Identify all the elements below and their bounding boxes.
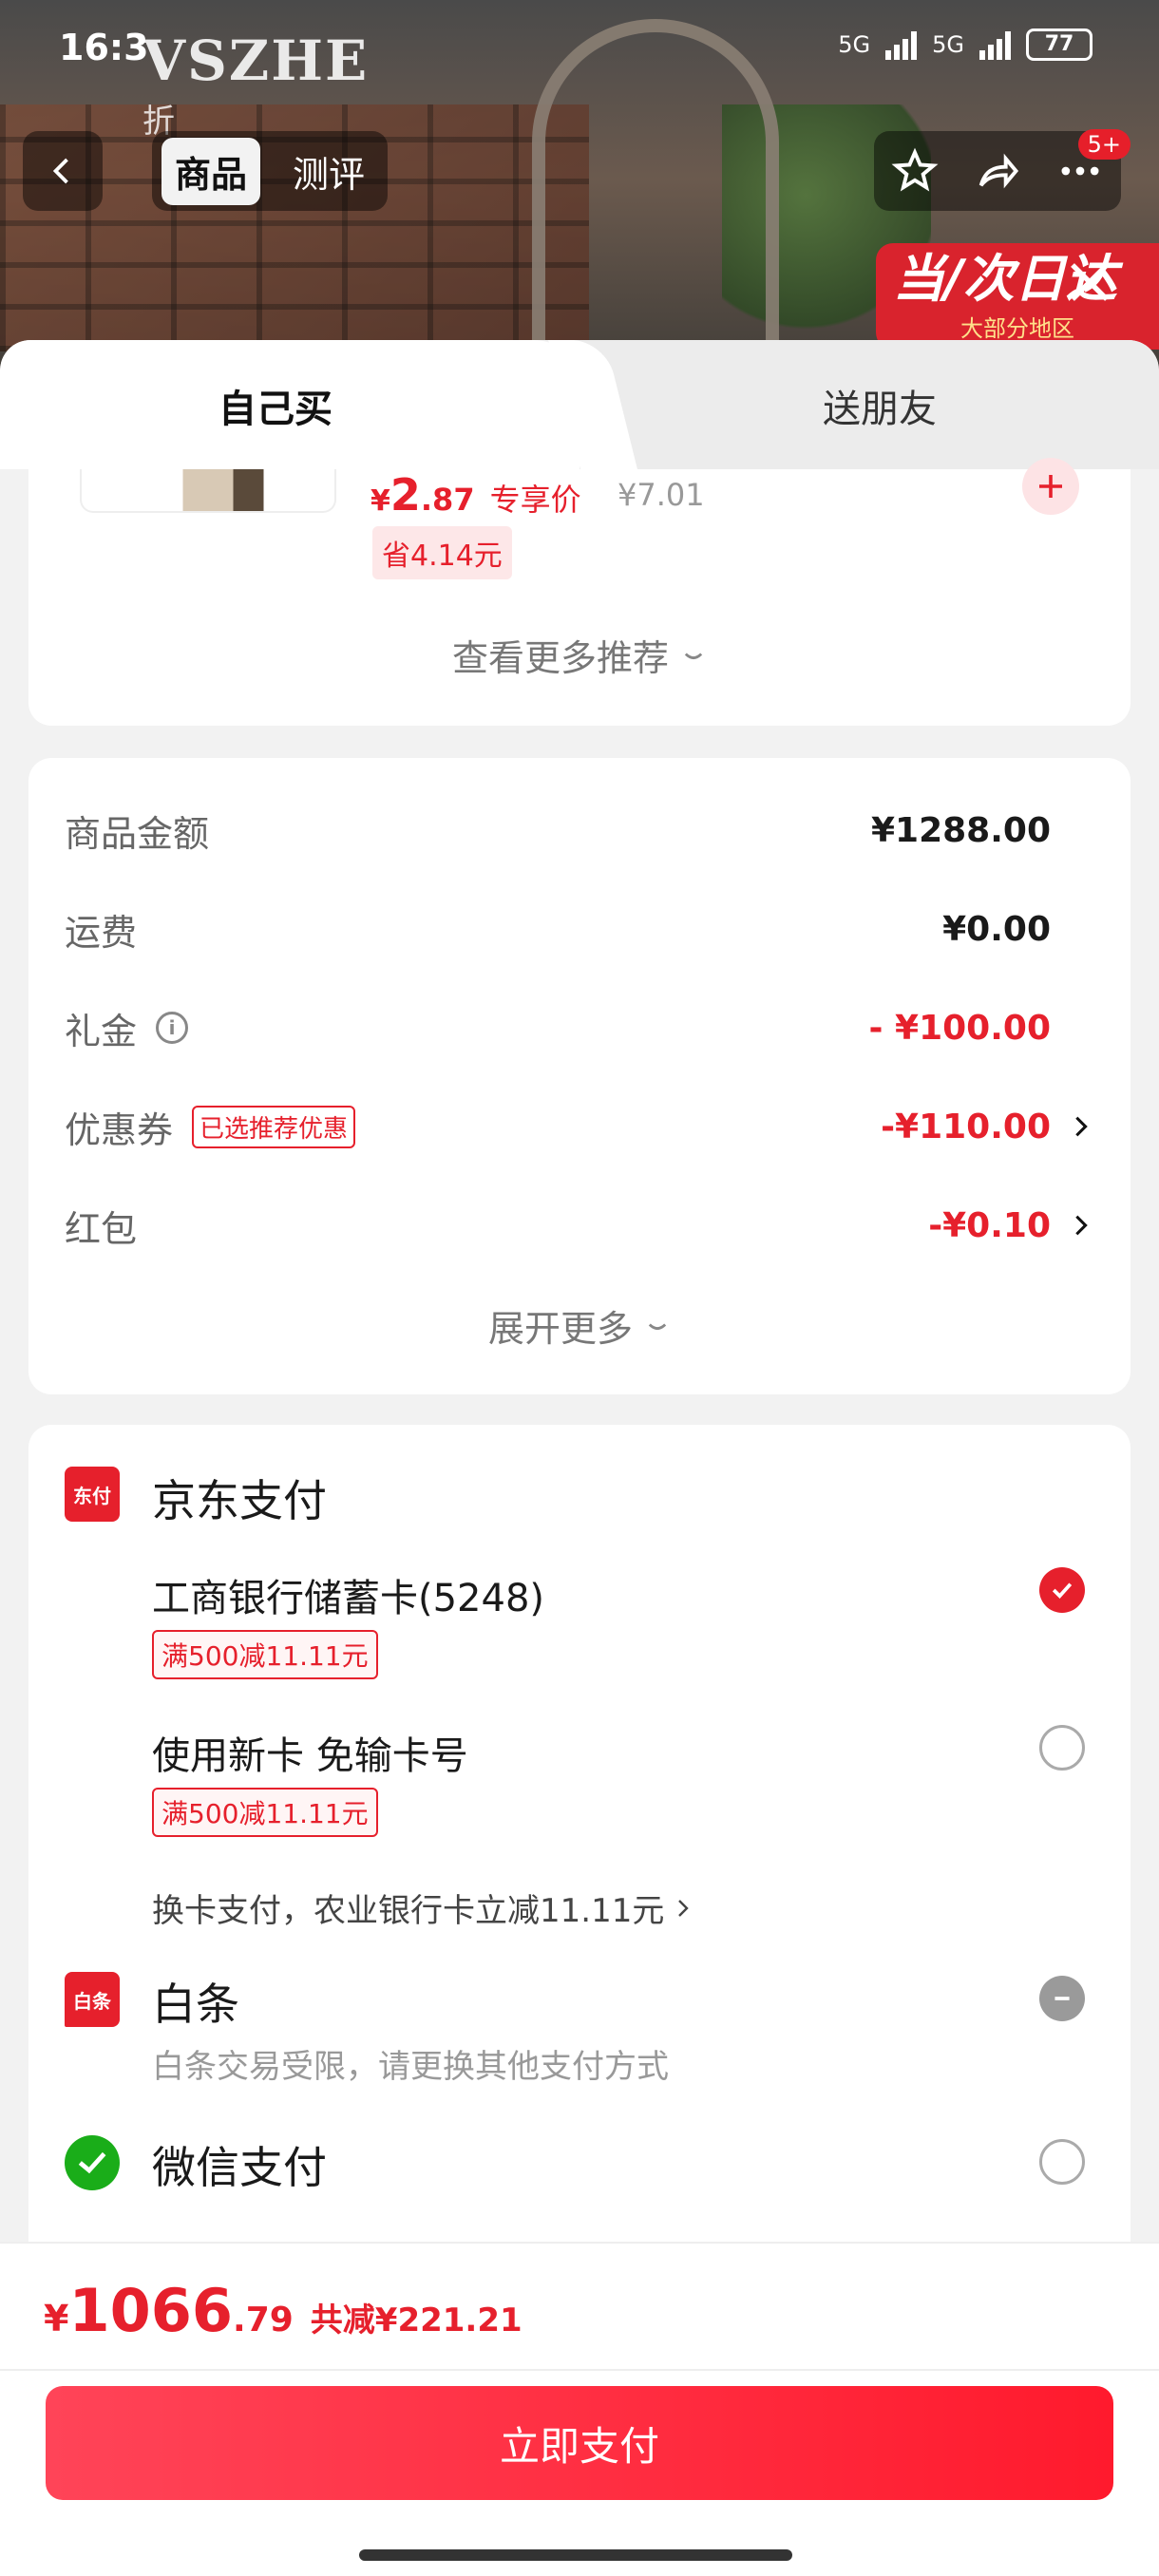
baitiao-radio-disabled — [1039, 1976, 1085, 2021]
baitiao-logo: 白条 — [65, 1972, 120, 2027]
new-card-discount-tag: 满500减11.11元 — [152, 1788, 378, 1837]
swap-card-label: 换卡支付，农业银行卡立减11.11元 — [152, 1892, 665, 1930]
total-yen: ¥ — [44, 2298, 69, 2339]
status-bar: 16:3 5G 5G 77 — [0, 0, 1159, 95]
add-to-cart-button[interactable] — [1022, 458, 1079, 515]
baitiao-desc: 白条交易受限，请更换其他支付方式 — [152, 2048, 669, 2086]
price-dec: .87 — [420, 482, 475, 518]
coupon-label: 优惠券 — [65, 1108, 174, 1151]
original-price: ¥7.01 — [618, 477, 705, 513]
goods-amount-value: ¥1288.00 — [870, 810, 1051, 850]
expand-more[interactable]: 展开更多 — [28, 1299, 1130, 1352]
product-nav-tabs: 商品 测评 — [152, 131, 389, 211]
payment-card: 东付 京东支付 工商银行储蓄卡(5248) 满500减11.11元 使用新卡 免… — [28, 1425, 1130, 2280]
coupon-value: -¥110.00 — [881, 1107, 1051, 1146]
checkout-sheet: 自己买 送朋友 ¥ 2 .87 专享价 ¥7.01 省4.14元 查看更多推荐 … — [0, 340, 1159, 2576]
red-packet-value: -¥0.10 — [928, 1205, 1051, 1245]
share-icon[interactable] — [973, 146, 1022, 196]
tab-self-label: 自己买 — [218, 388, 332, 431]
chevron-down-icon — [684, 653, 703, 659]
expand-more-label: 展开更多 — [487, 1308, 633, 1350]
jd-pay-logo-text: 东付 — [73, 1484, 111, 1507]
goods-amount-label: 商品金额 — [65, 812, 210, 855]
baitiao-logo-text: 白条 — [73, 1989, 111, 2013]
network-label: 5G — [838, 31, 871, 58]
close-icon[interactable] — [1064, 256, 1115, 308]
message-badge: 5+ — [1077, 129, 1130, 160]
divider — [0, 2369, 1159, 2371]
new-card-radio[interactable] — [1039, 1725, 1085, 1771]
row-coupon[interactable]: 优惠券 已选推荐优惠 -¥110.00 — [65, 1098, 1094, 1155]
tab-friend-label: 送朋友 — [823, 388, 937, 431]
total-dec: .79 — [233, 2301, 294, 2339]
chevron-right-icon — [1075, 1215, 1088, 1236]
icbc-radio[interactable] — [1039, 1567, 1085, 1613]
amount-card: 商品金额 ¥1288.00 运费 ¥0.00 礼金 i - ¥100.00 优惠… — [28, 758, 1130, 1394]
wechat-title: 微信支付 — [152, 2142, 327, 2193]
chevron-right-icon — [678, 1899, 690, 1917]
status-time: 16:3 — [59, 27, 149, 68]
gift-money-label: 礼金 — [65, 1010, 138, 1052]
star-icon[interactable] — [890, 146, 940, 196]
info-icon[interactable]: i — [156, 1012, 189, 1044]
shipping-value: ¥0.00 — [942, 909, 1051, 949]
icbc-card-option[interactable]: 工商银行储蓄卡(5248) — [152, 1567, 544, 1622]
status-icons: 5G 5G 77 — [838, 28, 1092, 61]
network-label-2: 5G — [932, 31, 964, 58]
home-indicator — [359, 2549, 792, 2561]
row-shipping: 运费 ¥0.00 — [65, 900, 1094, 957]
price-yen: ¥ — [370, 484, 390, 518]
battery-icon: 77 — [1026, 28, 1092, 61]
see-more-label: 查看更多推荐 — [451, 637, 669, 679]
price-int: 2 — [390, 469, 421, 521]
bottom-pay-bar: ¥ 1066 .79 共减¥221.21 立即支付 — [0, 2242, 1159, 2576]
back-button[interactable] — [23, 131, 103, 211]
recommend-card: ¥ 2 .87 专享价 ¥7.01 省4.14元 查看更多推荐 — [28, 458, 1130, 726]
row-red-packet[interactable]: 红包 -¥0.10 — [65, 1197, 1094, 1254]
swap-card-link[interactable]: 换卡支付，农业银行卡立减11.11元 — [152, 1885, 694, 1931]
row-goods-amount: 商品金额 ¥1288.00 — [65, 802, 1094, 859]
pay-now-button[interactable]: 立即支付 — [46, 2386, 1113, 2500]
signal-icon-2 — [979, 29, 1011, 60]
delivery-promo-badge: 当/次日达 大部分地区 — [876, 243, 1159, 350]
row-gift-money: 礼金 i - ¥100.00 — [65, 999, 1094, 1056]
signal-icon — [885, 29, 918, 60]
plus-icon — [1039, 475, 1062, 498]
icbc-discount-tag: 满500减11.11元 — [152, 1630, 378, 1679]
recommend-price: ¥ 2 .87 专享价 — [370, 469, 581, 521]
total-int: 1066 — [68, 2276, 234, 2345]
total-price: ¥ 1066 .79 共减¥221.21 — [44, 2276, 522, 2345]
tab-review[interactable]: 测评 — [279, 138, 378, 205]
coupon-recommended-tag: 已选推荐优惠 — [192, 1105, 356, 1148]
promo-sub: 大部分地区 — [960, 315, 1074, 342]
red-packet-label: 红包 — [65, 1207, 138, 1250]
checkmark-icon — [1052, 1582, 1073, 1599]
jd-pay-title: 京东支付 — [152, 1475, 327, 1526]
sheet-tabs: 自己买 送朋友 — [0, 340, 1159, 469]
price-tag: 专享价 — [489, 482, 581, 518]
tab-product[interactable]: 商品 — [162, 137, 261, 205]
chevron-down-icon — [648, 1323, 667, 1330]
baitiao-title: 白条 — [152, 1979, 239, 2030]
product-thumbnail[interactable] — [80, 469, 336, 513]
chevron-right-icon — [1075, 1116, 1088, 1137]
gift-money-value: - ¥100.00 — [868, 1008, 1051, 1048]
wechat-logo — [65, 2135, 120, 2190]
minus-icon — [1054, 1997, 1070, 2000]
wechat-radio[interactable] — [1039, 2139, 1085, 2185]
shipping-label: 运费 — [65, 911, 138, 954]
new-card-option[interactable]: 使用新卡 免输卡号 — [152, 1725, 468, 1780]
total-saved: 共减¥221.21 — [310, 2301, 522, 2339]
chevron-left-icon — [52, 158, 68, 184]
jd-pay-logo: 东付 — [65, 1467, 120, 1522]
save-badge: 省4.14元 — [372, 526, 512, 579]
wechat-icon — [78, 2151, 106, 2174]
see-more-recommendations[interactable]: 查看更多推荐 — [28, 629, 1130, 681]
